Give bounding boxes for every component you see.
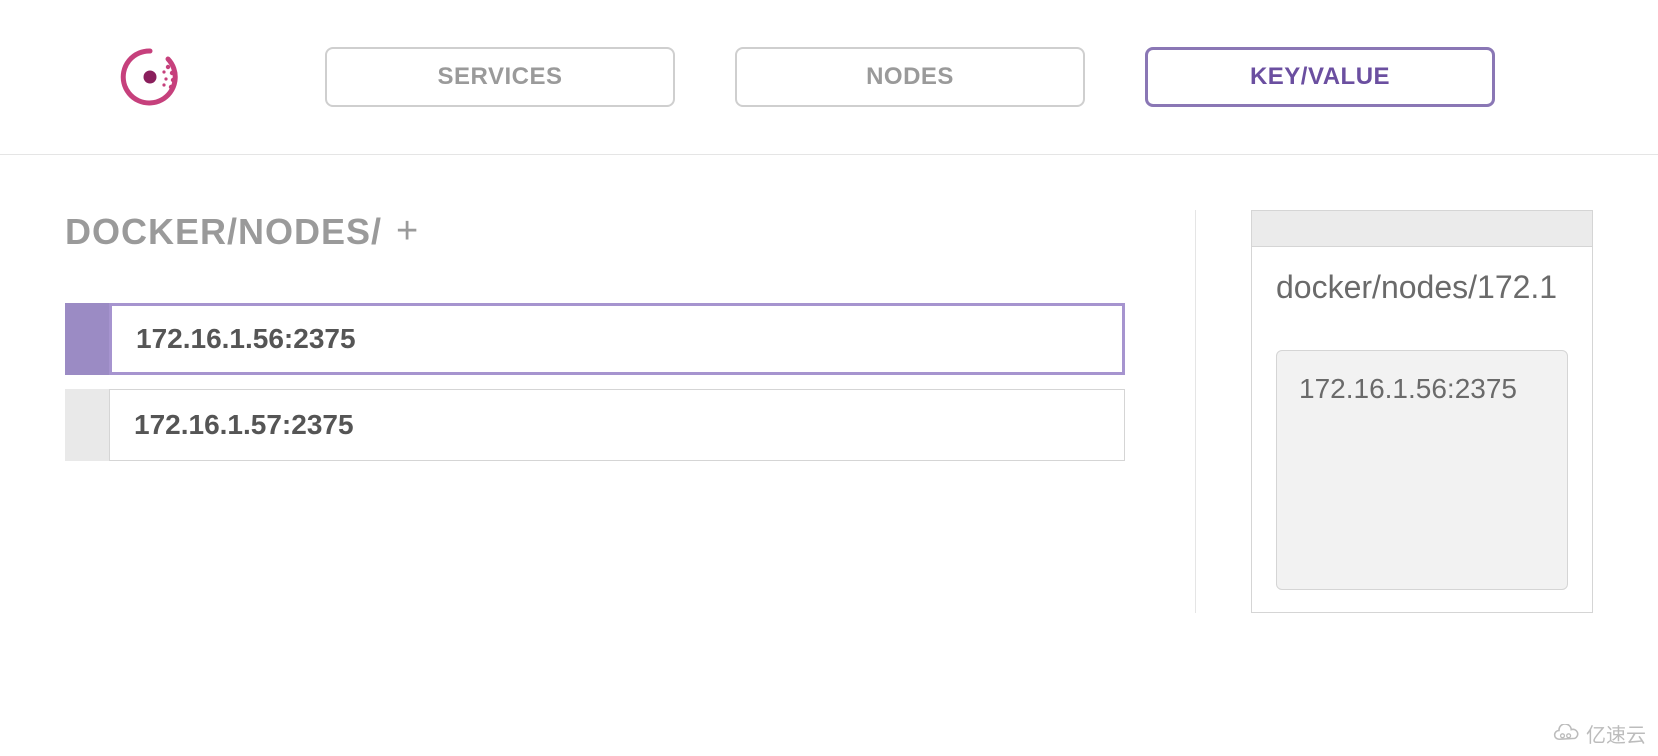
header: SERVICES NODES KEY/VALUE bbox=[0, 0, 1658, 155]
tab-nodes[interactable]: NODES bbox=[735, 47, 1085, 107]
main-tabs: SERVICES NODES KEY/VALUE bbox=[325, 47, 1593, 107]
tab-key-value[interactable]: KEY/VALUE bbox=[1145, 47, 1495, 107]
detail-value-wrap: 172.16.1.56:2375 bbox=[1252, 328, 1592, 612]
content-area: DOCKER/NODES/ + 172.16.1.56:2375 172.16.… bbox=[0, 210, 1658, 613]
detail-header-bar bbox=[1252, 211, 1592, 247]
key-item-label: 172.16.1.57:2375 bbox=[109, 389, 1125, 461]
detail-panel: docker/nodes/172.1 172.16.1.56:2375 bbox=[1251, 210, 1593, 613]
cloud-icon bbox=[1552, 724, 1580, 744]
watermark: 亿速云 bbox=[1552, 719, 1646, 748]
key-status-bar bbox=[65, 303, 109, 375]
detail-value-textarea[interactable]: 172.16.1.56:2375 bbox=[1276, 350, 1568, 590]
key-list-panel: DOCKER/NODES/ + 172.16.1.56:2375 172.16.… bbox=[65, 210, 1125, 613]
key-item[interactable]: 172.16.1.56:2375 bbox=[65, 303, 1125, 375]
breadcrumb: DOCKER/NODES/ + bbox=[65, 210, 1125, 253]
add-key-button[interactable]: + bbox=[396, 210, 419, 253]
consul-logo-icon bbox=[115, 42, 185, 112]
detail-box: docker/nodes/172.1 172.16.1.56:2375 bbox=[1251, 210, 1593, 613]
detail-key-path: docker/nodes/172.1 bbox=[1252, 247, 1592, 328]
key-status-bar bbox=[65, 389, 109, 461]
breadcrumb-path[interactable]: DOCKER/NODES/ bbox=[65, 211, 382, 253]
key-item[interactable]: 172.16.1.57:2375 bbox=[65, 389, 1125, 461]
key-list: 172.16.1.56:2375 172.16.1.57:2375 bbox=[65, 303, 1125, 461]
watermark-text: 亿速云 bbox=[1586, 719, 1646, 748]
key-item-label: 172.16.1.56:2375 bbox=[109, 303, 1125, 375]
tab-services[interactable]: SERVICES bbox=[325, 47, 675, 107]
vertical-divider bbox=[1195, 210, 1196, 613]
